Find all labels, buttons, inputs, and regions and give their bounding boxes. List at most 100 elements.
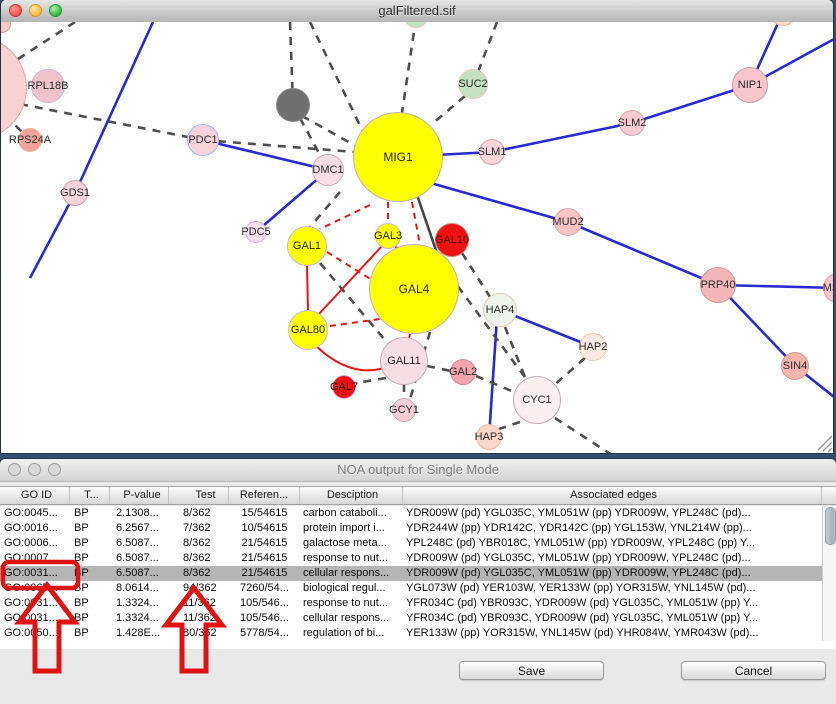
column-header-3[interactable]: Test bbox=[169, 487, 229, 504]
save-button[interactable]: Save bbox=[459, 661, 604, 680]
network-edge[interactable] bbox=[476, 376, 514, 392]
node-sin4[interactable]: SIN4 bbox=[781, 352, 809, 380]
network-edge[interactable] bbox=[307, 266, 308, 310]
node-label: HAP2 bbox=[579, 341, 608, 353]
table-row[interactable]: GO:0050...BP1.428E...80/3625778/54...reg… bbox=[0, 626, 822, 641]
node-gcy1[interactable]: GCY1 bbox=[392, 398, 416, 422]
table-cell: 8/362 bbox=[169, 551, 229, 566]
table-cell: carbon cataboli... bbox=[300, 506, 403, 521]
table-cell: 8/362 bbox=[169, 506, 229, 521]
node-slm1[interactable]: SLM1 bbox=[479, 139, 505, 165]
column-header-2[interactable]: P-value bbox=[110, 487, 169, 504]
column-header-1[interactable]: T... bbox=[70, 487, 110, 504]
network-edge[interactable] bbox=[478, 22, 497, 72]
table-cell: GO:0031... bbox=[0, 611, 70, 626]
network-edge[interactable] bbox=[20, 104, 203, 140]
desktop: { "theme": { "desktop_bg": "#33516e", "a… bbox=[0, 0, 836, 704]
column-header-5[interactable]: Desciption bbox=[300, 487, 403, 504]
node-gal80[interactable]: GAL80 bbox=[288, 310, 328, 350]
column-header-0[interactable]: GO ID bbox=[0, 487, 70, 504]
table-row[interactable]: GO:0031...BP1.3324...11/362105/546...res… bbox=[0, 596, 822, 611]
node-gal4[interactable]: GAL4 bbox=[369, 244, 459, 334]
network-edge[interactable] bbox=[302, 116, 356, 146]
node-gal2[interactable]: GAL2 bbox=[450, 359, 476, 385]
table-cell: GO:0065... bbox=[0, 581, 70, 596]
network-edge[interactable] bbox=[330, 318, 387, 326]
table-cell: YDR009W (pd) YGL035C, YML051W (pp) YDR00… bbox=[403, 551, 822, 566]
node-label: MSN1 bbox=[823, 282, 833, 294]
node-hap2[interactable]: HAP2 bbox=[579, 333, 607, 361]
node-dmc1[interactable]: DMC1 bbox=[312, 154, 344, 186]
resize-grip-line[interactable] bbox=[818, 436, 832, 450]
table-row[interactable]: GO:0016...BP6.2567...7/36210/54615protei… bbox=[0, 521, 822, 536]
network-edge[interactable] bbox=[420, 180, 568, 222]
table-row[interactable]: GO:0045...BP2.1308...8/36215/54615carbon… bbox=[0, 506, 822, 521]
node-gal11[interactable]: GAL11 bbox=[380, 337, 428, 385]
node-label: SLM1 bbox=[478, 146, 507, 158]
table-cell: YDR244W (pp) YDR142C, YDR142C (pp) YGL15… bbox=[403, 521, 822, 536]
network-edge[interactable] bbox=[18, 22, 75, 59]
node-slm2[interactable]: SLM2 bbox=[619, 110, 645, 136]
node-prp40[interactable]: PRP40 bbox=[700, 267, 736, 303]
network-edge[interactable] bbox=[427, 366, 451, 371]
vertical-scrollbar[interactable] bbox=[822, 506, 836, 641]
table-cell: 6.2567... bbox=[110, 521, 169, 536]
table-cell: 10/54615 bbox=[229, 521, 300, 536]
node-label: HAP4 bbox=[486, 304, 515, 316]
node-gal7[interactable]: GAL7 bbox=[332, 375, 356, 399]
node-hap4[interactable]: HAP4 bbox=[483, 293, 517, 327]
node-pdc5[interactable]: PDC5 bbox=[245, 221, 267, 243]
node-gds1[interactable]: GDS1 bbox=[62, 180, 88, 206]
column-header-4[interactable]: Referen... bbox=[229, 487, 300, 504]
table-cell: 8/362 bbox=[169, 566, 229, 581]
network-edge[interactable] bbox=[555, 418, 612, 453]
network-edge[interactable] bbox=[462, 253, 490, 297]
node-label: MIG1 bbox=[383, 150, 412, 164]
node-hap3[interactable]: HAP3 bbox=[476, 424, 502, 450]
node-gal3[interactable]: GAL3 bbox=[375, 223, 401, 249]
node-suc2[interactable]: SUC2 bbox=[458, 69, 488, 99]
network-edge[interactable] bbox=[505, 327, 527, 382]
node-rps24a[interactable]: RPS24A bbox=[18, 128, 42, 152]
network-edge[interactable] bbox=[402, 22, 416, 113]
node-nip1[interactable]: NIP1 bbox=[732, 67, 768, 103]
table-row[interactable]: GO:0031...BP1.3324...11/362105/546...cel… bbox=[0, 611, 822, 626]
node-label: HAP3 bbox=[475, 431, 504, 443]
network-edge[interactable] bbox=[492, 123, 632, 152]
scrollbar-thumb[interactable] bbox=[825, 507, 836, 545]
node-pdc1[interactable]: PDC1 bbox=[187, 124, 219, 156]
network-canvas[interactable]: RPL18B RPS24A GDS1 PDC1 DMC1 MIG1 SUC2 SLM1 SLM2… bbox=[1, 22, 833, 453]
table-cell: BP bbox=[70, 551, 110, 566]
column-header-6[interactable]: Associated edges bbox=[403, 487, 822, 504]
table-cell: GO:0016... bbox=[0, 521, 70, 536]
network-edge[interactable] bbox=[552, 358, 585, 387]
table-cell: 1.428E... bbox=[110, 626, 169, 641]
node-cyc1[interactable]: CYC1 bbox=[513, 376, 561, 424]
cancel-button[interactable]: Cancel bbox=[681, 661, 826, 680]
node-mud2[interactable]: MUD2 bbox=[554, 208, 582, 236]
table-row-selected[interactable]: GO:0031...BP6.5087...8/36221/54615cellul… bbox=[0, 566, 822, 581]
table-cell: YER133W (pp) YOR315W, YNL145W (pd) YHR08… bbox=[403, 626, 822, 641]
node-mig1[interactable]: MIG1 bbox=[353, 112, 443, 202]
table-row[interactable]: GO:0006...BP6.5087...8/36221/54615galact… bbox=[0, 536, 822, 551]
network-edge[interactable] bbox=[412, 202, 420, 245]
noa-titlebar[interactable]: NOA output for Single Mode bbox=[0, 459, 836, 482]
network-edge[interactable] bbox=[320, 205, 370, 229]
table-cell: 6.5087... bbox=[110, 536, 169, 551]
table-row[interactable]: GO:0007...BP6.5087...8/36221/54615respon… bbox=[0, 551, 822, 566]
node-unlabeled[interactable] bbox=[276, 88, 310, 122]
network-edge[interactable] bbox=[316, 346, 384, 370]
table-rows: GO:0045...BP2.1308...8/36215/54615carbon… bbox=[0, 506, 822, 648]
resize-grip-line[interactable] bbox=[828, 448, 832, 452]
node-rpl18b[interactable]: RPL18B bbox=[31, 69, 65, 103]
table-row[interactable]: GO:0065...BP8.0614...94/3627260/54...bio… bbox=[0, 581, 822, 596]
network-edge[interactable] bbox=[327, 252, 372, 280]
network-edge[interactable] bbox=[356, 378, 386, 383]
network-edge[interactable] bbox=[30, 193, 75, 278]
network-edge[interactable] bbox=[568, 222, 718, 285]
network-edge[interactable] bbox=[432, 96, 465, 124]
network-edge[interactable] bbox=[75, 22, 153, 193]
node-gal1[interactable]: GAL1 bbox=[287, 226, 327, 266]
table-cell: 2.1308... bbox=[110, 506, 169, 521]
network-titlebar[interactable]: galFiltered.sif bbox=[1, 0, 833, 23]
